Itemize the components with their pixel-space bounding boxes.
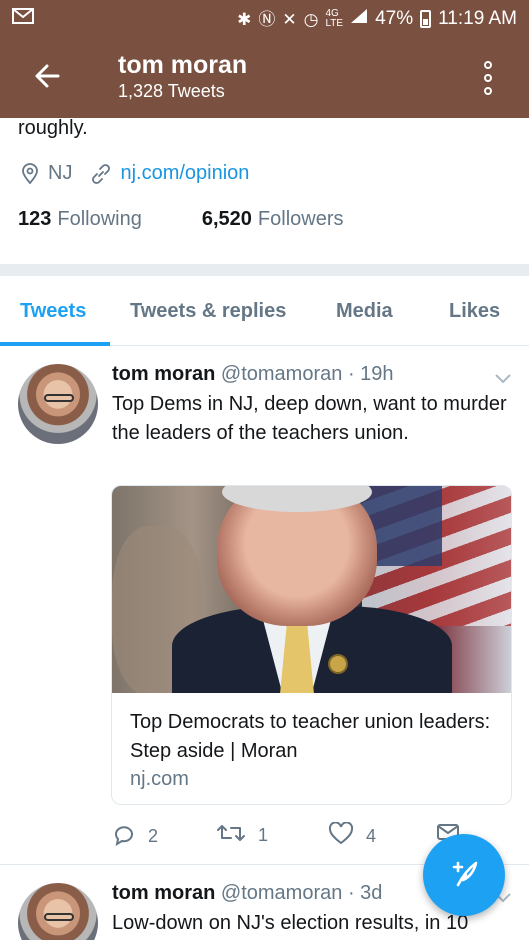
profile-website-link[interactable]: nj.com/opinion	[120, 162, 249, 185]
followers-count: 6,520	[201, 208, 252, 230]
signal-icon	[350, 8, 368, 30]
tab-tweets[interactable]: Tweets	[20, 300, 86, 323]
4g-lte-icon: 4G LTE	[325, 8, 344, 29]
battery-icon	[420, 10, 432, 28]
retweet-count: 1	[258, 825, 269, 845]
followers-label: Followers	[257, 208, 344, 230]
profile-location: NJ	[48, 162, 73, 184]
back-arrow-icon[interactable]	[30, 58, 66, 94]
following-label: Following	[57, 208, 142, 230]
profile-meta: NJ nj.com/opinion	[20, 162, 249, 185]
profile-tabs: Tweets Tweets & replies Media Likes	[0, 276, 529, 346]
avatar[interactable]	[18, 883, 98, 940]
like-count: 4	[366, 826, 377, 846]
following-count: 123	[18, 208, 52, 230]
link-card-domain: nj.com	[130, 768, 189, 790]
nfc-icon: Ⓝ	[258, 9, 276, 29]
tab-media[interactable]: Media	[336, 300, 393, 323]
status-time: 11:19 AM	[438, 8, 517, 29]
compose-tweet-button[interactable]	[423, 834, 505, 916]
alarm-icon: ◷	[303, 9, 319, 29]
profile-header: tom moran 1,328 Tweets	[0, 38, 529, 118]
reply-icon	[112, 822, 136, 851]
chevron-down-icon[interactable]	[494, 371, 512, 384]
reply-button[interactable]: 2	[112, 822, 158, 851]
profile-name-title: tom moran	[118, 51, 248, 79]
retweet-icon	[216, 822, 246, 849]
tweet-count: 1,328 Tweets	[118, 81, 225, 101]
tweet-handle: @tomamoran	[220, 882, 343, 904]
overflow-menu-icon[interactable]	[478, 58, 498, 98]
location-pin-icon	[20, 162, 40, 185]
link-card-image	[112, 486, 511, 693]
battery-percent: 47%	[375, 8, 414, 29]
retweet-button[interactable]: 1	[216, 822, 268, 849]
section-divider	[0, 264, 529, 276]
following-stat[interactable]: 123 Following	[18, 208, 142, 231]
gmail-icon	[12, 8, 34, 30]
bluetooth-icon: ✱	[237, 9, 252, 29]
tweet-handle: @tomamoran	[220, 363, 343, 385]
tab-likes[interactable]: Likes	[449, 300, 500, 323]
tweet-author-name: tom moran	[112, 882, 216, 904]
tweet-header: tom moran @tomamoran · 19h	[112, 363, 394, 386]
heart-icon	[328, 821, 354, 851]
mute-icon: ✕	[282, 9, 297, 29]
reply-count: 2	[148, 826, 159, 846]
link-card[interactable]: Top Democrats to teacher union leaders: …	[111, 485, 512, 805]
link-icon	[90, 163, 112, 185]
followers-stat[interactable]: 6,520 Followers	[202, 208, 344, 231]
like-button[interactable]: 4	[328, 821, 377, 851]
tab-tweets-and-replies[interactable]: Tweets & replies	[130, 300, 286, 323]
compose-tweet-icon	[444, 853, 484, 898]
link-card-title: Top Democrats to teacher union leaders: …	[130, 711, 491, 762]
tweet-header: tom moran @tomamoran · 3d	[112, 882, 382, 905]
tweet-time: · 19h	[347, 363, 394, 385]
status-bar: ✱ Ⓝ ✕ ◷ 4G LTE 47% 11:19 AM	[0, 0, 529, 38]
avatar[interactable]	[18, 364, 98, 444]
profile-bio: roughly.	[18, 117, 88, 139]
follow-stats: 123 Following 6,520 Followers	[18, 208, 344, 231]
tweet-text: Top Dems in NJ, deep down, want to murde…	[112, 393, 507, 444]
tweet-author-name: tom moran	[112, 363, 216, 385]
tweet-time: · 3d	[347, 882, 383, 904]
